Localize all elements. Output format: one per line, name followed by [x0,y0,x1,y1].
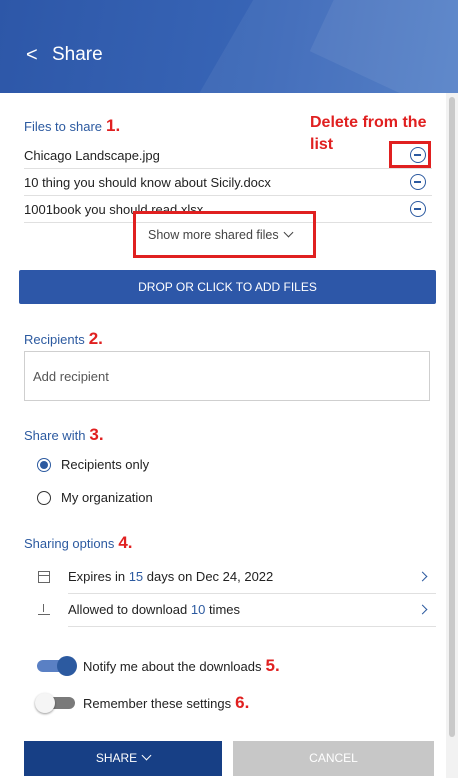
radio-label: My organization [61,490,153,505]
annotation-marker: 6. [235,693,250,712]
expiration-option[interactable]: Expires in 15 days on Dec 24, 2022 [24,561,436,593]
notify-downloads-toggle[interactable] [37,656,77,676]
download-limit-text: Allowed to download 10 times [68,594,240,626]
radio-label: Recipients only [61,457,150,472]
download-limit-option[interactable]: Allowed to download 10 times [24,594,436,626]
download-count: 10 [190,602,206,617]
share-with-section-label: Share with 3. [24,425,104,445]
expiration-prefix: Expires in [68,569,129,584]
annotation-highlight-box [133,211,316,258]
remove-circle-icon[interactable] [410,201,426,217]
annotation-marker: 4. [118,533,133,552]
sharing-options-section-title: Sharing options [24,536,115,551]
chevron-right-icon [417,571,428,582]
scrollbar-thumb[interactable] [449,97,455,737]
toggle-label-wrap: Remember these settings 6. [83,692,249,715]
scrollbar[interactable] [446,93,458,778]
add-files-button[interactable]: DROP OR CLICK TO ADD FILES [19,270,436,304]
expiration-text: Expires in 15 days on Dec 24, 2022 [68,561,273,593]
toggle-label: Notify me about the downloads [83,659,262,674]
expiration-days: 15 [128,569,144,584]
download-icon [38,604,50,616]
annotation-highlight-box [389,141,431,168]
file-row: Chicago Landscape.jpg [24,142,432,169]
divider [68,626,436,627]
toggle-label: Remember these settings [83,696,232,711]
annotation-marker: 5. [265,656,280,675]
files-section-label: Files to share 1. [24,116,120,136]
file-name: 10 thing you should know about Sicily.do… [24,175,271,190]
radio-unselected-icon[interactable] [37,491,51,505]
file-name: Chicago Landscape.jpg [24,148,160,163]
toggle-knob [57,656,77,676]
annotation-marker: 1. [106,116,121,135]
annotation-marker: 2. [88,329,103,348]
cancel-button[interactable]: CANCEL [233,741,434,776]
sharing-options-section-label: Sharing options 4. [24,533,133,553]
share-button-label: SHARE [95,751,138,765]
annotation-marker: 3. [89,425,104,444]
delete-annotation-line: Delete from the [310,114,427,131]
chevron-right-icon [417,604,428,615]
recipients-section-title: Recipients [24,332,85,347]
toggle-label-wrap: Notify me about the downloads 5. [83,655,280,678]
share-with-section-title: Share with [24,428,86,443]
recipient-input[interactable] [24,351,430,401]
download-prefix: Allowed to download [68,602,191,617]
download-suffix: times [205,602,240,617]
calendar-icon [38,571,50,583]
page-title: Share [52,44,103,65]
header-bar: < Share [0,0,458,93]
file-row: 10 thing you should know about Sicily.do… [24,169,432,196]
chevron-down-icon [141,750,152,761]
recipients-section-label: Recipients 2. [24,329,103,349]
toggle-knob [35,693,55,713]
files-section-title: Files to share [24,119,103,134]
remove-circle-icon[interactable] [410,174,426,190]
radio-selected-icon[interactable] [37,458,51,472]
share-button[interactable]: SHARE [24,741,222,776]
expiration-suffix: days on Dec 24, 2022 [143,569,274,584]
chevron-left-icon[interactable]: < [26,44,38,67]
remember-settings-toggle[interactable] [35,693,75,713]
